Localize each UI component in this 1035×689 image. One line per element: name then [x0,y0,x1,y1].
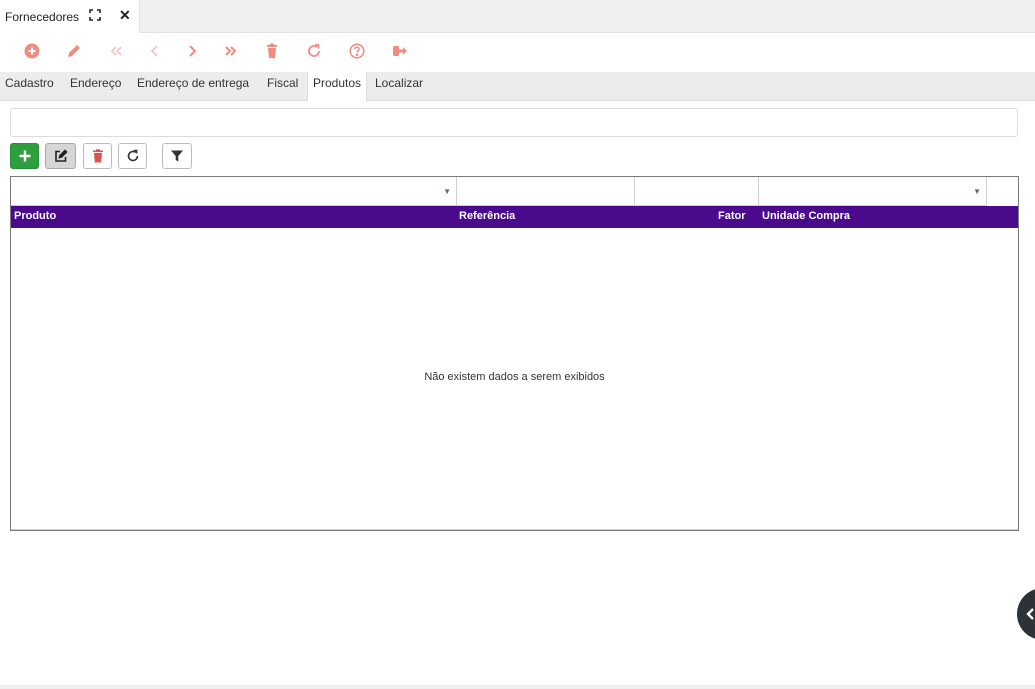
filter-icon [171,150,183,162]
pencil-icon [68,45,80,57]
first-record-button[interactable] [106,41,126,61]
tab-endereco[interactable]: Endereço [65,72,126,101]
tab-endereco-de-entrega[interactable]: Endereço de entrega [132,72,254,101]
refresh-button[interactable] [304,41,324,61]
tab-cadastro[interactable]: Cadastro [0,72,59,101]
trash-icon [92,149,103,163]
form-tabs: Cadastro Endereço Endereço de entrega Fi… [0,72,1035,102]
trash-icon [267,43,277,58]
plus-icon [19,150,30,162]
filter-button[interactable] [162,143,192,169]
window-tab-fornecedores[interactable]: Fornecedores ✕ [0,0,140,33]
filter-unidade-compra-select[interactable]: ▼ [759,177,987,206]
double-chevron-right-icon [225,46,237,56]
exit-button[interactable] [390,41,410,61]
bottom-bar [0,685,1035,689]
filter-referencia-input[interactable] [457,177,635,206]
products-grid: ▼ ▼ Produto Referência Fator Unidade Com… [10,176,1019,531]
grid-empty-message: Não existem dados a serem exibidos [424,371,605,383]
close-icon[interactable]: ✕ [119,8,131,22]
grid-filter-row: ▼ ▼ [11,177,1018,206]
double-chevron-left-icon [110,46,122,56]
edit-icon [54,149,68,162]
tab-produtos[interactable]: Produtos [307,72,368,102]
side-panel-toggle-button[interactable] [1017,588,1035,640]
new-record-button[interactable] [22,41,42,61]
column-header-fator[interactable]: Fator [718,206,746,228]
edit-button[interactable] [64,41,84,61]
grid-header-row: Produto Referência Fator Unidade Compra [11,206,1018,228]
caret-down-icon: ▼ [443,187,451,196]
column-header-unidade-compra[interactable]: Unidade Compra [762,206,850,228]
question-circle-icon [349,43,365,59]
tab-fiscal[interactable]: Fiscal [262,72,303,101]
sign-out-icon [393,46,407,56]
filter-fator-input[interactable] [635,177,759,206]
expand-icon[interactable] [89,9,101,21]
column-header-produto[interactable]: Produto [14,206,56,228]
delete-product-button[interactable] [83,143,112,169]
record-toolbar [0,34,1035,72]
products-search-box[interactable] [10,108,1018,137]
previous-record-button[interactable] [145,41,165,61]
last-record-button[interactable] [221,41,241,61]
refresh-icon [127,149,138,162]
delete-button[interactable] [262,41,282,61]
column-header-referencia[interactable]: Referência [459,206,515,228]
add-product-button[interactable] [10,143,39,169]
refresh-icon [308,44,320,57]
help-button[interactable] [347,41,367,61]
grid-bottom-border [11,529,1018,530]
chevron-right-icon [189,45,197,57]
window-tab-strip: Fornecedores ✕ [0,0,1035,33]
caret-down-icon: ▼ [973,187,981,196]
refresh-grid-button[interactable] [118,143,147,169]
next-record-button[interactable] [182,41,202,61]
tab-localizar[interactable]: Localizar [370,72,428,101]
edit-product-button[interactable] [45,143,76,169]
chevron-left-icon [1026,608,1034,620]
chevron-left-icon [150,45,158,57]
window-tab-title: Fornecedores [5,9,80,24]
filter-produto-select[interactable]: ▼ [11,177,457,206]
plus-circle-icon [24,43,40,59]
